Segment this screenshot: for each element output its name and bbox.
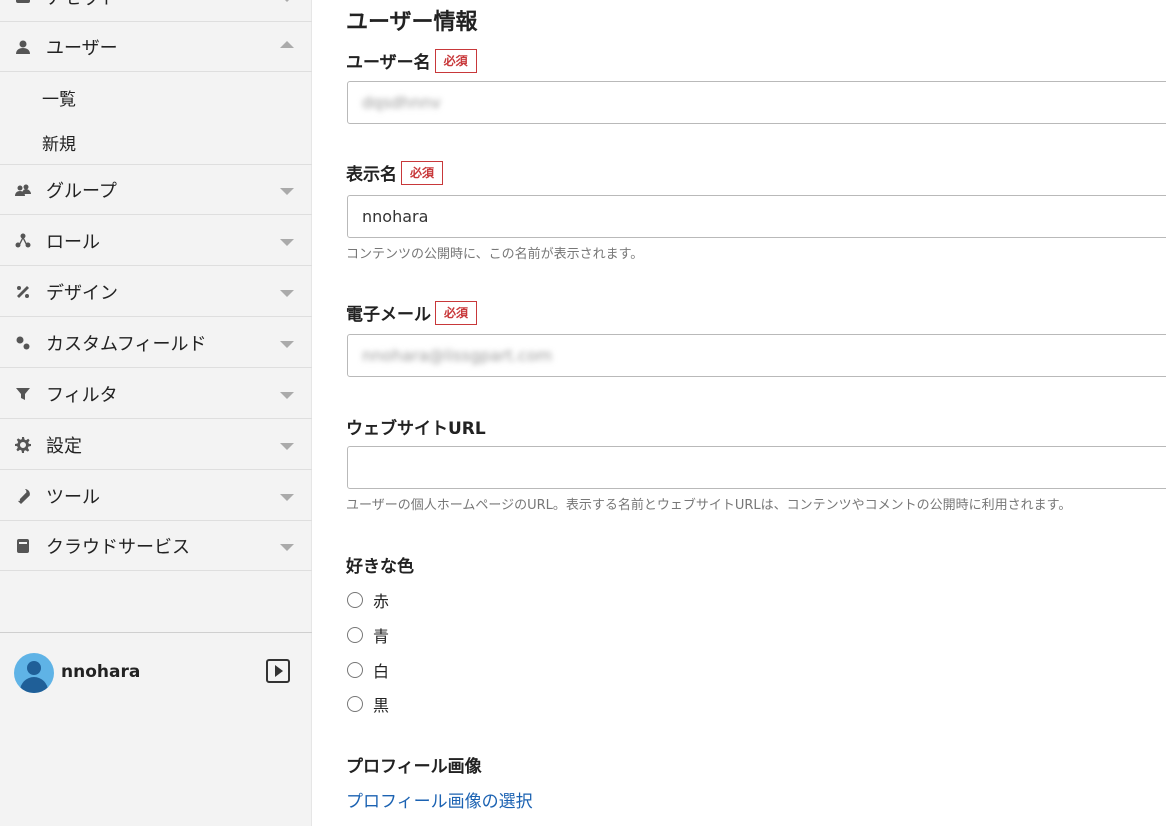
chevron-down-icon <box>280 442 294 450</box>
email-label: 電子メール 必須 <box>346 300 478 325</box>
sidebar-item-filters[interactable]: フィルタ <box>0 369 312 419</box>
wrench-icon <box>14 487 32 505</box>
email-label-text: 電子メール <box>346 305 431 325</box>
color-label-text: 好きな色 <box>346 557 414 577</box>
color-radio-red[interactable]: 赤 <box>347 588 389 612</box>
required-badge: 必須 <box>401 160 444 185</box>
radio-label: 赤 <box>373 592 390 611</box>
sidebar-item-groups[interactable]: グループ <box>0 165 312 215</box>
asset-icon <box>14 0 32 6</box>
website-field[interactable] <box>347 446 1166 489</box>
chevron-down-icon <box>280 0 294 2</box>
user-panel: nnohara <box>0 632 312 826</box>
chevron-down-icon <box>280 391 294 399</box>
role-icon <box>14 232 32 250</box>
sidebar-item-design[interactable]: デザイン <box>0 267 312 317</box>
sidebar-item-label: カスタムフィールド <box>46 333 207 355</box>
sidebar-item-cloud-services[interactable]: クラウドサービス <box>0 521 312 571</box>
radio-button[interactable] <box>347 592 363 608</box>
profile-image-label-text: プロフィール画像 <box>346 757 482 777</box>
main-content: ユーザー情報 ユーザー名 必須 dqsdhnnv 表示名 必須 nnohara … <box>312 0 1166 826</box>
website-label: ウェブサイトURL <box>346 414 486 439</box>
chevron-down-icon <box>280 543 294 551</box>
website-label-text: ウェブサイトURL <box>346 419 486 439</box>
chevron-down-icon <box>280 289 294 297</box>
section-title: ユーザー情報 <box>346 10 478 35</box>
sidebar-item-settings[interactable]: 設定 <box>0 420 312 470</box>
group-icon <box>14 181 32 199</box>
sidebar-item-users[interactable]: ユーザー <box>0 22 312 72</box>
sidebar-item-label: フィルタ <box>46 384 118 406</box>
chevron-down-icon <box>280 187 294 195</box>
radio-button[interactable] <box>347 627 363 643</box>
username-value: dqsdhnnv <box>362 93 441 112</box>
email-value: nnohara@lissgpart.com <box>362 346 553 365</box>
radio-label: 白 <box>373 662 390 681</box>
required-badge: 必須 <box>434 48 477 73</box>
username-label-text: ユーザー名 <box>346 53 431 73</box>
required-badge: 必須 <box>435 300 478 325</box>
view-site-icon[interactable] <box>266 659 290 683</box>
sidebar-item-tools[interactable]: ツール <box>0 471 312 521</box>
sidebar-item-custom-fields[interactable]: カスタムフィールド <box>0 318 312 368</box>
sidebar-item-label: アセット <box>46 0 118 10</box>
username-label: ユーザー名 必須 <box>346 48 477 73</box>
sidebar-item-label: ロール <box>46 231 100 253</box>
chevron-up-icon <box>280 40 294 48</box>
display-name-label-text: 表示名 <box>346 165 397 185</box>
display-name-help: コンテンツの公開時に、この名前が表示されます。 <box>346 247 644 262</box>
filter-icon <box>14 385 32 403</box>
website-help: ユーザーの個人ホームページのURL。表示する名前とウェブサイトURLは、コンテン… <box>346 498 1072 513</box>
radio-label: 青 <box>373 627 390 646</box>
radio-button[interactable] <box>347 662 363 678</box>
sidebar: アセット ユーザー 一覧 新規 グループ ロール デザイン カスタムフィールド … <box>0 0 312 826</box>
user-icon <box>14 38 32 56</box>
chevron-down-icon <box>280 238 294 246</box>
submenu-item-new[interactable]: 新規 <box>0 120 312 165</box>
submenu-item-list[interactable]: 一覧 <box>0 75 312 120</box>
radio-button[interactable] <box>347 696 363 712</box>
chevron-down-icon <box>280 493 294 501</box>
sidebar-item-label: グループ <box>46 180 117 202</box>
color-radio-black[interactable]: 黒 <box>347 692 389 716</box>
profile-image-label: プロフィール画像 <box>346 752 482 777</box>
cloud-service-icon <box>14 537 32 555</box>
radio-label: 黒 <box>373 696 390 715</box>
color-radio-blue[interactable]: 青 <box>347 623 389 647</box>
gear-icon <box>14 436 32 454</box>
sidebar-item-roles[interactable]: ロール <box>0 216 312 266</box>
select-profile-image-link[interactable]: プロフィール画像の選択 <box>346 787 533 812</box>
custom-field-icon <box>14 334 32 352</box>
sidebar-item-label: ツール <box>46 486 100 508</box>
sidebar-item-label: ユーザー <box>46 37 118 59</box>
display-name-label: 表示名 必須 <box>346 160 444 185</box>
display-name-value: nnohara <box>362 207 429 226</box>
avatar[interactable] <box>14 653 54 693</box>
email-field[interactable]: nnohara@lissgpart.com <box>347 334 1166 377</box>
username-field[interactable]: dqsdhnnv <box>347 81 1166 124</box>
sidebar-item-label: デザイン <box>46 282 118 304</box>
design-icon <box>14 283 32 301</box>
user-name[interactable]: nnohara <box>61 662 140 682</box>
display-name-field[interactable]: nnohara <box>347 195 1166 238</box>
color-label: 好きな色 <box>346 552 414 577</box>
sidebar-item-assets[interactable]: アセット <box>0 0 312 22</box>
sidebar-item-label: 設定 <box>46 435 82 457</box>
chevron-down-icon <box>280 340 294 348</box>
color-radio-white[interactable]: 白 <box>347 658 389 682</box>
sidebar-item-label: クラウドサービス <box>46 536 190 558</box>
users-submenu: 一覧 新規 <box>0 73 312 165</box>
